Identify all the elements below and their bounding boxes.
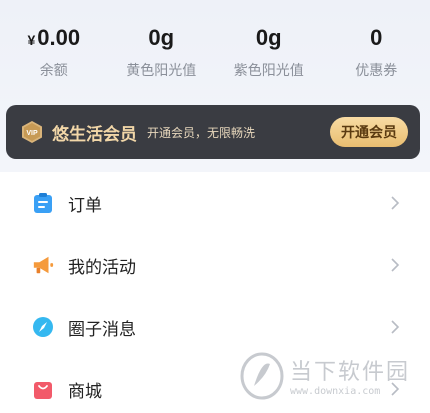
vip-membership-card[interactable]: VIP 悠生活会员 开通会员，无限畅洗 开通会员 <box>6 105 420 159</box>
menu-item-my-activities[interactable]: 我的活动 <box>0 234 430 296</box>
balance-value: 0.00 <box>37 25 81 50</box>
menu-label: 我的活动 <box>68 257 136 278</box>
stat-label: 紫色阳光值 <box>233 63 304 79</box>
stat-value: 0g <box>148 25 175 50</box>
menu-label: 订单 <box>68 195 102 216</box>
chevron-right-icon <box>391 258 400 272</box>
stats-bar: ¥0.00 余额 0g 黄色阳光值 0g 紫色阳光值 0 优惠券 <box>0 24 430 84</box>
menu-item-orders[interactable]: 订单 <box>0 172 430 234</box>
stat-yellow-sunlight[interactable]: 0g 黄色阳光值 <box>108 24 216 84</box>
chevron-right-icon <box>391 320 400 334</box>
stat-purple-sunlight[interactable]: 0g 紫色阳光值 <box>215 24 323 84</box>
watermark: 当下软件园 www.downxia.com <box>240 345 420 405</box>
stat-value: 0g <box>255 25 282 50</box>
megaphone-icon <box>32 254 54 276</box>
menu-label: 圈子消息 <box>68 319 136 340</box>
stat-value: 0 <box>370 25 383 50</box>
stat-balance[interactable]: ¥0.00 余额 <box>0 24 108 84</box>
stat-value: ¥0.00 <box>27 24 80 52</box>
shopping-bag-icon <box>32 378 54 400</box>
currency-symbol: ¥ <box>27 32 36 48</box>
watermark-url: www.downxia.com <box>290 385 381 397</box>
vip-badge-icon: VIP <box>22 121 42 143</box>
clipboard-icon <box>32 192 54 214</box>
chevron-right-icon <box>391 196 400 210</box>
compass-icon <box>32 316 54 338</box>
stat-label: 余额 <box>39 63 68 79</box>
open-membership-button[interactable]: 开通会员 <box>330 117 408 147</box>
stat-label: 优惠券 <box>355 63 398 79</box>
stat-label: 黄色阳光值 <box>126 63 197 79</box>
stat-coupons[interactable]: 0 优惠券 <box>323 24 430 84</box>
vip-description: 开通会员，无限畅洗 <box>147 125 256 140</box>
vip-badge-text: VIP <box>26 130 38 137</box>
watermark-title: 当下软件园 <box>290 359 411 385</box>
vip-title: 悠生活会员 <box>52 124 137 145</box>
watermark-text: 当下软件园 www.downxia.com <box>290 354 410 397</box>
watermark-logo-icon <box>240 352 284 400</box>
